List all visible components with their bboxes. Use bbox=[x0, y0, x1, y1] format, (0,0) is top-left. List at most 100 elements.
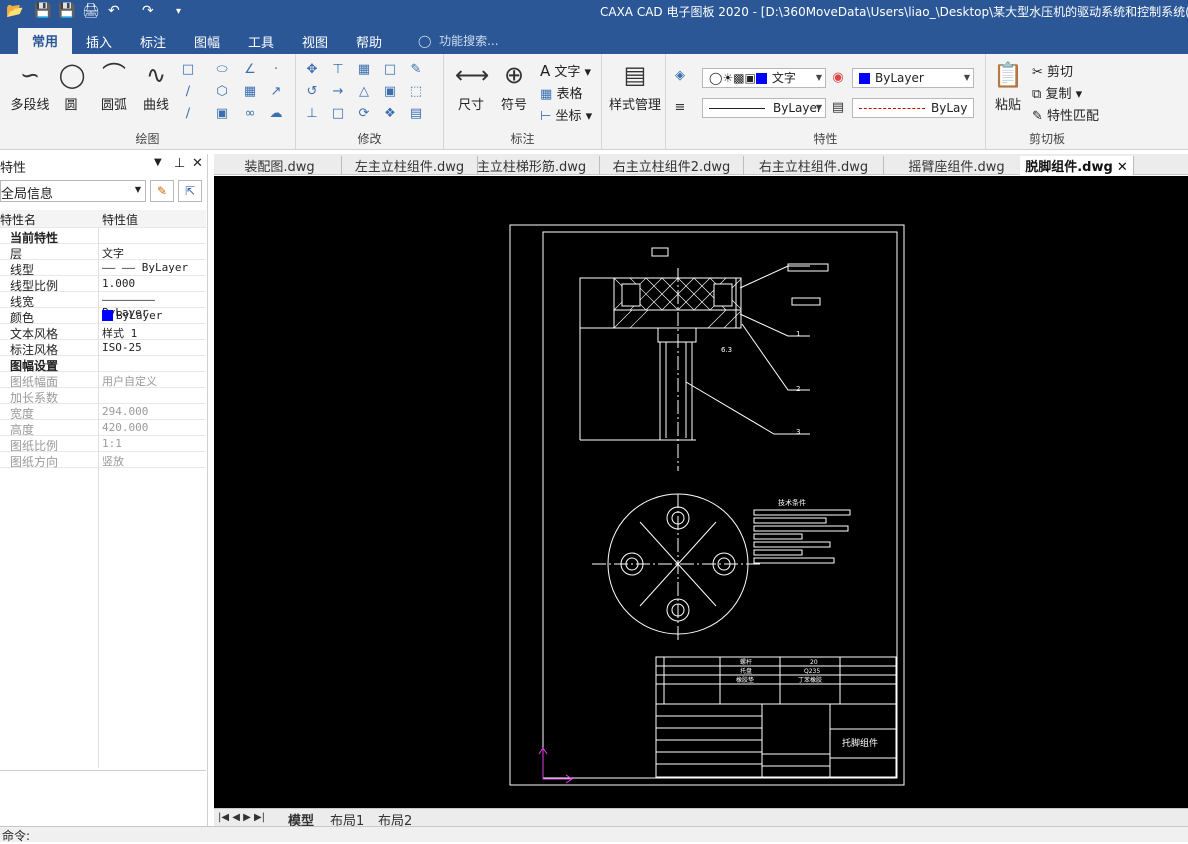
copy-button[interactable]: ⧉ 复制 ▾ bbox=[1032, 83, 1082, 102]
array-icon[interactable]: ▦ bbox=[356, 62, 372, 78]
property-row[interactable]: 图纸方向 竖放 bbox=[0, 452, 206, 469]
quick-access-dropdown-icon[interactable]: ▾ bbox=[176, 6, 181, 17]
curve-button[interactable]: ∿ 曲线 bbox=[140, 60, 172, 113]
document-tab[interactable]: 左主立柱组件.dwg bbox=[342, 156, 478, 175]
layer-manager-icon[interactable]: ◈ bbox=[672, 68, 688, 84]
scope-select[interactable]: 全局信息 ▼ bbox=[0, 180, 146, 202]
command-line[interactable]: 命令: bbox=[0, 826, 1188, 843]
tab-tools[interactable]: 工具 bbox=[248, 32, 274, 51]
property-row[interactable]: 线宽 ———————— ByLayer bbox=[0, 292, 206, 319]
point-icon[interactable]: · bbox=[268, 62, 284, 78]
document-tab[interactable]: 主立柱梯形筋.dwg bbox=[464, 156, 600, 175]
block-icon[interactable]: ▣ bbox=[214, 106, 230, 122]
copy-move-icon[interactable]: ↺ bbox=[304, 84, 320, 100]
property-row[interactable]: 线型比例 1.000 bbox=[0, 276, 206, 293]
mirror-icon[interactable]: △ bbox=[356, 84, 372, 100]
pin-icon[interactable]: ⊥ bbox=[174, 156, 185, 171]
offset-icon[interactable]: ▣ bbox=[382, 84, 398, 100]
polygon-icon[interactable]: ⬡ bbox=[214, 84, 230, 100]
color-wheel-icon[interactable]: ◉ bbox=[830, 70, 846, 86]
brush-icon: ✎ bbox=[1032, 109, 1043, 124]
lineweight-list-icon[interactable]: ▤ bbox=[830, 100, 846, 116]
property-row[interactable]: 高度 420.000 bbox=[0, 420, 206, 437]
property-row[interactable]: 宽度 294.000 bbox=[0, 404, 206, 421]
property-row[interactable]: 图幅设置 bbox=[0, 356, 206, 373]
layer-state-combo[interactable]: ◯☀▩▣ 文字 ▼ bbox=[702, 68, 826, 88]
line-icon[interactable]: ∕ bbox=[180, 84, 196, 100]
dashed-rect-icon[interactable]: ⬚ bbox=[408, 84, 424, 100]
panel-menu-icon[interactable]: ▼ bbox=[154, 157, 162, 168]
close-tab-icon[interactable]: ✕ bbox=[1113, 160, 1128, 175]
match-properties-button[interactable]: ✎ 特性匹配 bbox=[1032, 105, 1099, 124]
cloud-icon[interactable]: ☁ bbox=[268, 106, 284, 122]
scale-icon[interactable]: □ bbox=[330, 106, 346, 122]
property-row[interactable]: 当前特性 bbox=[0, 228, 206, 245]
eraser-icon[interactable]: ✎ bbox=[408, 62, 424, 78]
symbol-button[interactable]: ⊕ 符号 bbox=[498, 60, 530, 113]
ellipse-icon[interactable]: ⬭ bbox=[214, 62, 230, 78]
lineweight-icon[interactable]: ≡ bbox=[672, 100, 688, 116]
construction-line-icon[interactable]: ∕ bbox=[180, 106, 196, 122]
extend-icon[interactable]: → bbox=[330, 84, 346, 100]
property-row[interactable]: 图纸幅面 用户自定义 bbox=[0, 372, 206, 389]
redo-icon[interactable]: ↷ bbox=[142, 3, 154, 19]
spline-icon[interactable]: ∞ bbox=[242, 106, 258, 122]
rotate-icon[interactable]: ⟳ bbox=[356, 106, 372, 122]
circle-button[interactable]: ◯ 圆 bbox=[56, 60, 86, 113]
lineweight-combo[interactable]: ByLay bbox=[852, 98, 974, 118]
style-manager-button[interactable]: ▤ 样式管理 bbox=[606, 60, 664, 113]
rectangle-icon[interactable]: □ bbox=[180, 62, 196, 78]
select-objects-icon[interactable]: ⇱ bbox=[178, 180, 202, 202]
print-icon[interactable]: 🖨 bbox=[82, 3, 100, 19]
align-icon[interactable]: ▤ bbox=[408, 106, 424, 122]
tab-view[interactable]: 视图 bbox=[302, 32, 328, 51]
property-value: ByLayer bbox=[116, 309, 163, 322]
drawing-canvas[interactable]: 1 2 3 6.3 技术条件 螺杆 20 托盘 Q235 橡胶垫 丁苯橡胶 托脚… bbox=[214, 176, 1188, 808]
property-row[interactable]: 颜色 ByLayer bbox=[0, 308, 206, 325]
hatch-icon[interactable]: ▦ bbox=[242, 84, 258, 100]
arrow-icon[interactable]: ↗ bbox=[268, 84, 284, 100]
quick-select-icon[interactable]: ✎ bbox=[150, 180, 174, 202]
document-tab[interactable]: 右主立柱组件.dwg bbox=[744, 156, 884, 175]
document-tab[interactable]: 右主立柱组件2.dwg bbox=[600, 156, 744, 175]
paste-button[interactable]: 📋 粘贴 bbox=[990, 60, 1026, 113]
trim-icon[interactable]: ⊤ bbox=[330, 62, 346, 78]
property-row[interactable]: 文本风格 样式 1 bbox=[0, 324, 206, 341]
save-icon[interactable]: 💾 bbox=[34, 3, 51, 19]
tab-help[interactable]: 帮助 bbox=[356, 32, 382, 51]
stretch-icon[interactable]: ⊥ bbox=[304, 106, 320, 122]
close-icon[interactable]: ✕ bbox=[192, 156, 203, 171]
explode-icon[interactable]: ❖ bbox=[382, 106, 398, 122]
dimension-button[interactable]: ⟷ 尺寸 bbox=[454, 60, 489, 113]
document-tab[interactable]: 摇臂座组件.dwg bbox=[884, 156, 1030, 175]
property-row[interactable]: 加长系数 bbox=[0, 388, 206, 405]
coordinate-button[interactable]: ⊢ 坐标 ▾ bbox=[540, 105, 592, 124]
undo-icon[interactable]: ↶ bbox=[108, 3, 120, 19]
document-tab[interactable]: 脱脚组件.dwg ✕ bbox=[1020, 156, 1134, 175]
tab-annotate[interactable]: 标注 bbox=[140, 32, 166, 51]
tab-sheet[interactable]: 图幅 bbox=[194, 32, 220, 51]
angle-icon[interactable]: ∠ bbox=[242, 62, 258, 78]
document-tab[interactable]: 装配图.dwg bbox=[218, 156, 342, 175]
linetype-combo[interactable]: ByLayer ▼ bbox=[702, 98, 826, 118]
polyline-button[interactable]: ∽ 多段线 bbox=[8, 60, 52, 113]
property-row[interactable]: 标注风格 ISO-25 bbox=[0, 340, 206, 357]
cut-button[interactable]: ✂ 剪切 bbox=[1032, 61, 1073, 80]
property-row[interactable]: 线型 —— —— ByLayer bbox=[0, 260, 206, 277]
save-as-icon[interactable]: 💾 bbox=[58, 3, 75, 19]
property-row[interactable]: 层文字 bbox=[0, 244, 206, 261]
text-button[interactable]: A 文字 ▾ bbox=[540, 61, 591, 80]
table-button[interactable]: ▦ 表格 bbox=[540, 83, 582, 102]
fillet-icon[interactable]: □ bbox=[382, 62, 398, 78]
property-row[interactable]: 图纸比例 1:1 bbox=[0, 436, 206, 453]
layer-combo[interactable]: ByLayer ▼ bbox=[852, 68, 974, 88]
tab-home[interactable]: 常用 bbox=[18, 28, 73, 54]
open-icon[interactable]: 📂 bbox=[6, 3, 23, 19]
linetype-sample bbox=[709, 108, 765, 109]
feature-search[interactable]: ◯ 功能搜索... bbox=[418, 32, 499, 49]
drawing-svg[interactable]: 1 2 3 6.3 技术条件 螺杆 20 托盘 Q235 橡胶垫 丁苯橡胶 托脚… bbox=[214, 176, 1188, 808]
tab-insert[interactable]: 插入 bbox=[86, 32, 112, 51]
first-layout-icon[interactable]: |◀ ◀ ▶ ▶| bbox=[218, 812, 265, 823]
arc-button[interactable]: ⌒ 圆弧 bbox=[98, 60, 130, 113]
move-icon[interactable]: ✥ bbox=[304, 62, 320, 78]
